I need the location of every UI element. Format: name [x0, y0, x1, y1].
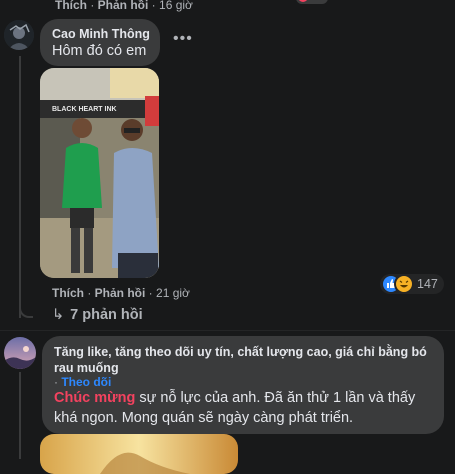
comment-highlight: Chúc mừng: [54, 390, 136, 406]
avatar[interactable]: [4, 337, 36, 369]
comment-author[interactable]: Tăng like, tăng theo dõi uy tín, chất lư…: [54, 344, 432, 376]
more-dots-icon[interactable]: •••: [173, 30, 193, 48]
comment-photo[interactable]: BLACK HEART INK: [40, 68, 159, 278]
top-reply-link[interactable]: Phản hồi: [98, 0, 149, 12]
avatar[interactable]: [4, 20, 34, 50]
thread-branch: [19, 300, 33, 318]
reaction-count: 147: [417, 277, 438, 291]
comment-text: Chúc mừng sự nỗ lực của anh. Đã ăn thử 1…: [54, 388, 436, 428]
view-replies-label: 7 phản hồi: [70, 307, 143, 323]
comment-meta: Thích · Phản hồi · 21 giờ: [52, 286, 190, 300]
thread-line: [19, 56, 21, 318]
top-reaction-badge[interactable]: [296, 0, 328, 4]
comment-author[interactable]: Cao Minh Thông: [52, 27, 150, 41]
view-replies-link[interactable]: ↳ 7 phản hồi: [52, 307, 143, 323]
comment-separator: [0, 330, 455, 331]
comment-bubble: Cao Minh Thông Hôm đó có em: [40, 19, 160, 66]
reply-arrow-icon: ↳: [52, 307, 65, 323]
top-like-link[interactable]: Thích: [55, 0, 87, 12]
top-time[interactable]: 16 giờ: [159, 0, 193, 12]
photo-sign-text: BLACK HEART INK: [52, 106, 117, 113]
comment-text: Hôm đó có em: [52, 43, 147, 59]
follow-link[interactable]: Theo dõi: [61, 375, 111, 389]
top-comment-meta: Thích · Phản hồi · 16 giờ: [55, 0, 193, 12]
comment-bubble: Tăng like, tăng theo dõi uy tín, chất lư…: [42, 336, 444, 434]
reactions-summary[interactable]: 147: [380, 274, 444, 294]
comment-time[interactable]: 21 giờ: [156, 286, 190, 300]
like-link[interactable]: Thích: [52, 286, 84, 300]
follow-line: · Theo dõi: [54, 375, 112, 389]
haha-reaction-icon: [394, 274, 414, 294]
comment-photo[interactable]: [40, 434, 238, 474]
reply-link[interactable]: Phản hồi: [95, 286, 146, 300]
thread-line: [19, 372, 21, 459]
